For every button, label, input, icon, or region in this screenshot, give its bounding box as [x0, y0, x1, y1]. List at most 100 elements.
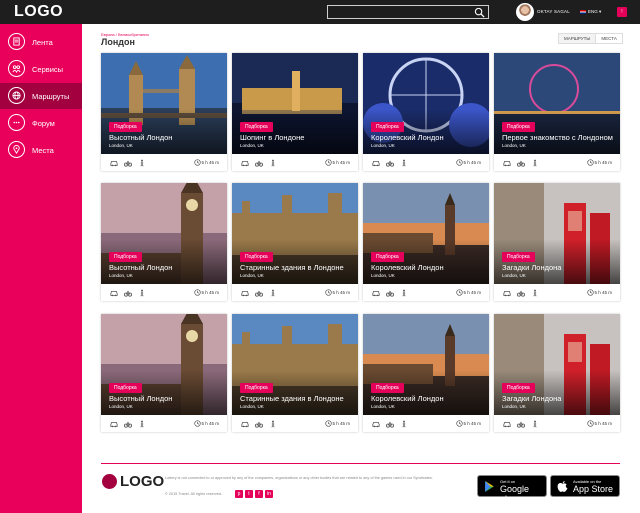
- route-title[interactable]: Высотный Лондон: [109, 394, 172, 403]
- bike-icon[interactable]: [255, 289, 263, 297]
- sidebar-item-label: Маршруты: [32, 92, 70, 101]
- route-location: London, UK: [240, 404, 264, 409]
- walk-icon[interactable]: [138, 159, 146, 167]
- car-icon[interactable]: [372, 420, 380, 428]
- facebook-icon[interactable]: f: [255, 490, 263, 498]
- car-icon[interactable]: [241, 289, 249, 297]
- route-title[interactable]: Старинные здания в Лондоне: [240, 263, 344, 272]
- sidebar-item-services[interactable]: Сервисы: [0, 56, 82, 82]
- route-duration: 5 h 45 m: [594, 160, 612, 165]
- walk-icon[interactable]: [531, 159, 539, 167]
- logo[interactable]: LOGO: [14, 3, 63, 21]
- route-title[interactable]: Загадки Лондона: [502, 394, 561, 403]
- search-icon[interactable]: [474, 7, 485, 18]
- bike-icon[interactable]: [255, 159, 263, 167]
- walk-icon[interactable]: [269, 420, 277, 428]
- car-icon[interactable]: [241, 420, 249, 428]
- pinterest-icon[interactable]: p: [235, 490, 243, 498]
- footer-logo[interactable]: LOGO: [120, 473, 164, 490]
- bike-icon[interactable]: [124, 289, 132, 297]
- tab-routes[interactable]: МАРШРУТЫ: [559, 34, 597, 43]
- route-meta: 5 h 45 m: [101, 284, 227, 301]
- route-card[interactable]: Подборка Высотный Лондон London, UK 5 h …: [101, 53, 227, 171]
- route-card[interactable]: Подборка Первое знакомство с Лондоном Lo…: [494, 53, 620, 171]
- route-title[interactable]: Высотный Лондон: [109, 133, 172, 142]
- route-duration: 5 h 45 m: [594, 290, 612, 295]
- car-icon[interactable]: [110, 159, 118, 167]
- route-card[interactable]: Подборка Загадки Лондона London, UK 5 h …: [494, 314, 620, 432]
- route-card[interactable]: Подборка Загадки Лондона London, UK 5 h …: [494, 183, 620, 301]
- linkedin-icon[interactable]: in: [265, 490, 273, 498]
- bike-icon[interactable]: [386, 159, 394, 167]
- avatar[interactable]: [516, 3, 534, 21]
- walk-icon[interactable]: [138, 289, 146, 297]
- car-icon[interactable]: [503, 420, 511, 428]
- route-title[interactable]: Королевский Лондон: [371, 394, 444, 403]
- twitter-icon[interactable]: t: [245, 490, 253, 498]
- route-title[interactable]: Шопинг в Лондоне: [240, 133, 304, 142]
- route-card[interactable]: Подборка Королевский Лондон London, UK 5…: [363, 53, 489, 171]
- bike-icon[interactable]: [517, 289, 525, 297]
- route-card[interactable]: Подборка Высотный Лондон London, UK 5 h …: [101, 314, 227, 432]
- app-store-button[interactable]: Available on the App Store: [550, 475, 620, 497]
- route-title[interactable]: Королевский Лондон: [371, 133, 444, 142]
- pin-icon: [8, 141, 25, 158]
- route-title[interactable]: Старинные здания в Лондоне: [240, 394, 344, 403]
- route-card[interactable]: Подборка Королевский Лондон London, UK 5…: [363, 183, 489, 301]
- car-icon[interactable]: [503, 159, 511, 167]
- car-icon[interactable]: [372, 159, 380, 167]
- walk-icon[interactable]: [400, 159, 408, 167]
- language-label: ENG ▾: [588, 9, 602, 14]
- route-card[interactable]: Подборка Старинные здания в Лондоне Lond…: [232, 183, 358, 301]
- walk-icon[interactable]: [269, 289, 277, 297]
- route-title[interactable]: Загадки Лондона: [502, 263, 561, 272]
- route-meta: 5 h 45 m: [363, 154, 489, 171]
- bike-icon[interactable]: [124, 420, 132, 428]
- route-location: London, UK: [502, 273, 526, 278]
- walk-icon[interactable]: [531, 289, 539, 297]
- route-title[interactable]: Королевский Лондон: [371, 263, 444, 272]
- route-location: London, UK: [371, 273, 395, 278]
- walk-icon[interactable]: [269, 159, 277, 167]
- route-card[interactable]: Подборка Высотный Лондон London, UK 5 h …: [101, 183, 227, 301]
- route-card[interactable]: Подборка Шопинг в Лондоне London, UK 5 h…: [232, 53, 358, 171]
- walk-icon[interactable]: [531, 420, 539, 428]
- car-icon[interactable]: [372, 289, 380, 297]
- bike-icon[interactable]: [386, 289, 394, 297]
- search-input[interactable]: [327, 5, 489, 19]
- car-icon[interactable]: [110, 420, 118, 428]
- tab-places[interactable]: МЕСТА: [596, 34, 621, 43]
- collection-badge: Подборка: [371, 122, 404, 132]
- sidebar-item-places[interactable]: Места: [0, 137, 82, 163]
- route-title[interactable]: Высотный Лондон: [109, 263, 172, 272]
- route-title[interactable]: Первое знакомство с Лондоном: [502, 133, 613, 142]
- sidebar-item-routes[interactable]: Маршруты: [0, 83, 82, 109]
- route-card[interactable]: Подборка Старинные здания в Лондоне Lond…: [232, 314, 358, 432]
- car-icon[interactable]: [503, 289, 511, 297]
- clock-icon: [194, 420, 201, 427]
- route-location: London, UK: [502, 404, 526, 409]
- route-meta: 5 h 45 m: [494, 154, 620, 171]
- clock-icon: [325, 289, 332, 296]
- bike-icon[interactable]: [124, 159, 132, 167]
- route-duration: 5 h 45 m: [201, 290, 219, 295]
- bike-icon[interactable]: [386, 420, 394, 428]
- route-card[interactable]: Подборка Королевский Лондон London, UK 5…: [363, 314, 489, 432]
- car-icon[interactable]: [110, 289, 118, 297]
- language-select[interactable]: ENG ▾: [580, 9, 601, 15]
- social-links: p t f in: [235, 490, 273, 498]
- user-name[interactable]: OKTAY SAGAL: [537, 9, 570, 14]
- walk-icon[interactable]: [400, 289, 408, 297]
- bike-icon[interactable]: [255, 420, 263, 428]
- walk-icon[interactable]: [400, 420, 408, 428]
- route-meta: 5 h 45 m: [101, 415, 227, 432]
- google-play-button[interactable]: Get it on Google play: [477, 475, 547, 504]
- car-icon[interactable]: [241, 159, 249, 167]
- walk-icon[interactable]: [138, 420, 146, 428]
- bike-icon[interactable]: [517, 159, 525, 167]
- sidebar-item-feed[interactable]: Лента: [0, 29, 82, 55]
- notification-button[interactable]: !: [617, 7, 627, 17]
- collection-badge: Подборка: [371, 252, 404, 262]
- sidebar-item-forum[interactable]: Форум: [0, 110, 82, 136]
- bike-icon[interactable]: [517, 420, 525, 428]
